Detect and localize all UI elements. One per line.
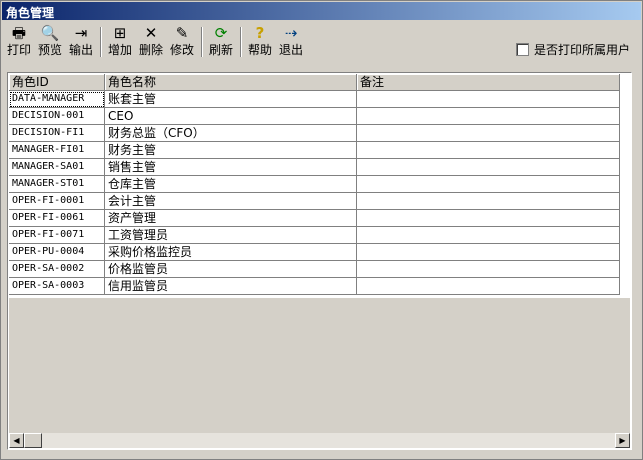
role-name-cell[interactable]: 财务总监（CFO） [105,125,357,142]
note-cell[interactable] [357,261,620,278]
window-title: 角色管理 [6,6,55,20]
refresh-label: 刷新 [208,43,233,57]
note-cell[interactable] [357,125,620,142]
role-name-cell[interactable]: 信用监管员 [105,278,357,295]
help-label: 帮助 [247,43,272,57]
refresh-button[interactable]: ⟳ 刷新 [208,25,234,59]
export-label: 输出 [68,43,93,57]
exit-button[interactable]: ⇢ 退出 [278,25,304,59]
column-header-note[interactable]: 备注 [357,74,620,91]
role-id-cell[interactable]: MANAGER-SA01 [9,159,105,176]
toolbar-separator [201,27,203,57]
table-row[interactable]: MANAGER-SA01 销售主管 [9,159,620,176]
exit-label: 退出 [278,43,303,57]
export-button[interactable]: ⇥ 输出 [68,25,94,59]
help-icon: ? [255,24,265,42]
note-cell[interactable] [357,142,620,159]
role-name-cell[interactable]: 价格监管员 [105,261,357,278]
table-row[interactable]: DECISION-FI1 财务总监（CFO） [9,125,620,142]
role-id-cell[interactable]: OPER-FI-0071 [9,227,105,244]
note-cell[interactable] [357,159,620,176]
role-id-cell[interactable]: OPER-PU-0004 [9,244,105,261]
role-id-cell[interactable]: MANAGER-ST01 [9,176,105,193]
help-button[interactable]: ? 帮助 [247,25,273,59]
exit-icon: ⇢ [284,24,298,42]
note-cell[interactable] [357,91,620,108]
role-name-cell[interactable]: 工资管理员 [105,227,357,244]
delete-icon: ✕ [144,24,158,42]
toolbar-separator [240,27,242,57]
toolbar-separator [100,27,102,57]
role-management-window: 角色管理 🖶 打印 🔍 预览 ⇥ 输出 ⊞ 增加 ✕ 删除 ✎ 修改 ⟳ 刷新 … [0,0,643,460]
table-row[interactable]: DECISION-001 CEO [9,108,620,125]
role-name-cell[interactable]: 采购价格监控员 [105,244,357,261]
note-cell[interactable] [357,278,620,295]
column-header-role-name[interactable]: 角色名称 [105,74,357,91]
printer-icon: 🖶 [11,24,27,42]
table-row[interactable]: MANAGER-FI01 财务主管 [9,142,620,159]
delete-label: 删除 [138,43,163,57]
table-row[interactable]: OPER-FI-0061 资产管理 [9,210,620,227]
note-cell[interactable] [357,244,620,261]
table-row[interactable]: MANAGER-ST01 仓库主管 [9,176,620,193]
refresh-icon: ⟳ [214,24,228,42]
add-icon: ⊞ [113,24,127,42]
note-cell[interactable] [357,176,620,193]
role-id-cell[interactable]: OPER-FI-0061 [9,210,105,227]
role-name-cell[interactable]: 账套主管 [105,91,357,108]
add-label: 增加 [107,43,132,57]
table-row[interactable]: OPER-FI-0071 工资管理员 [9,227,620,244]
role-name-cell[interactable]: 会计主管 [105,193,357,210]
table-row[interactable]: DATA-MANAGER 账套主管 [9,91,620,108]
title-bar: 角色管理 [2,2,641,20]
role-name-cell[interactable]: 仓库主管 [105,176,357,193]
role-name-cell[interactable]: CEO [105,108,357,125]
empty-area [9,298,630,438]
role-id-cell[interactable]: DECISION-FI1 [9,125,105,142]
scroll-right-icon[interactable]: ▶ [615,433,630,448]
scroll-thumb[interactable] [24,433,42,448]
preview-icon: 🔍 [40,24,60,42]
edit-button[interactable]: ✎ 修改 [169,25,195,59]
table-body: DATA-MANAGER 账套主管 DECISION-001 CEO DECISION-… [9,91,620,295]
role-name-cell[interactable]: 销售主管 [105,159,357,176]
role-table[interactable]: 角色ID 角色名称 备注 DATA-MANAGER 账套主管 DECISION-00… [7,72,632,450]
role-id-cell[interactable]: DATA-MANAGER [9,91,105,108]
horizontal-scrollbar[interactable]: ◀ ▶ [9,433,630,448]
edit-label: 修改 [169,43,194,57]
table-row[interactable]: OPER-PU-0004 采购价格监控员 [9,244,620,261]
preview-button[interactable]: 🔍 预览 [37,25,63,59]
note-cell[interactable] [357,210,620,227]
note-cell[interactable] [357,108,620,125]
role-name-cell[interactable]: 资产管理 [105,210,357,227]
role-id-cell[interactable]: DECISION-001 [9,108,105,125]
table-header: 角色ID 角色名称 备注 [9,74,620,91]
column-header-role-id[interactable]: 角色ID [9,74,105,91]
checkbox-box[interactable] [516,43,529,56]
note-cell[interactable] [357,193,620,210]
print-label: 打印 [6,43,31,57]
role-id-cell[interactable]: MANAGER-FI01 [9,142,105,159]
scroll-left-icon[interactable]: ◀ [9,433,24,448]
preview-label: 预览 [37,43,62,57]
role-name-cell[interactable]: 财务主管 [105,142,357,159]
role-id-cell[interactable]: OPER-SA-0003 [9,278,105,295]
print-all-users-checkbox[interactable]: 是否打印所属用户 [516,41,630,58]
role-id-cell[interactable]: OPER-SA-0002 [9,261,105,278]
role-id-cell[interactable]: OPER-FI-0001 [9,193,105,210]
print-all-users-label: 是否打印所属用户 [534,43,631,57]
delete-button[interactable]: ✕ 删除 [138,25,164,59]
export-icon: ⇥ [74,24,88,42]
add-button[interactable]: ⊞ 增加 [107,25,133,59]
table-row[interactable]: OPER-FI-0001 会计主管 [9,193,620,210]
table-row[interactable]: OPER-SA-0002 价格监管员 [9,261,620,278]
table-row[interactable]: OPER-SA-0003 信用监管员 [9,278,620,295]
edit-icon: ✎ [175,24,189,42]
print-button[interactable]: 🖶 打印 [6,25,32,59]
note-cell[interactable] [357,227,620,244]
